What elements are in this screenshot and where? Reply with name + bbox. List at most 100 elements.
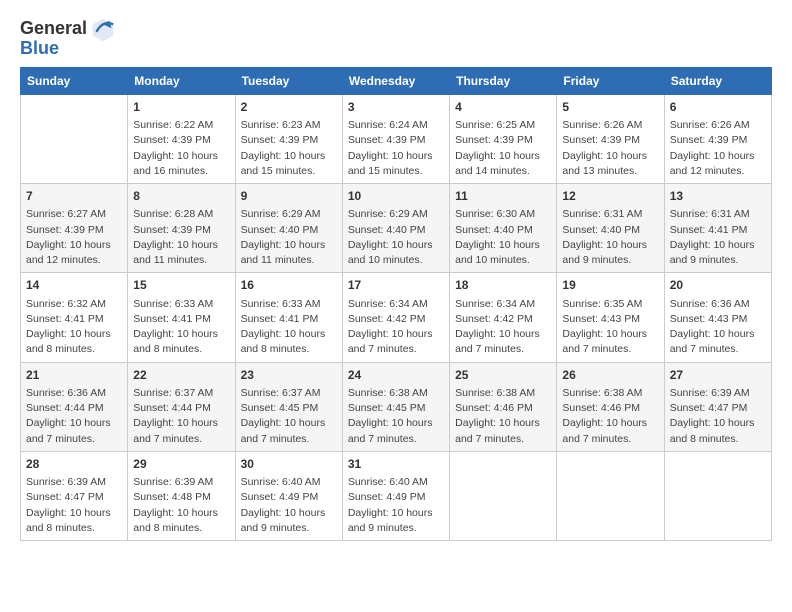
calendar-cell: 12 Sunrise: 6:31 AM Sunset: 4:40 PM Dayli… xyxy=(557,184,664,273)
calendar-week-row: 21 Sunrise: 6:36 AM Sunset: 4:44 PM Dayli… xyxy=(21,362,772,451)
calendar-cell: 20 Sunrise: 6:36 AM Sunset: 4:43 PM Dayli… xyxy=(664,273,771,362)
day-number: 8 xyxy=(133,188,229,205)
day-number: 31 xyxy=(348,456,444,473)
calendar-week-row: 14 Sunrise: 6:32 AM Sunset: 4:41 PM Dayli… xyxy=(21,273,772,362)
day-info: Sunrise: 6:38 AM Sunset: 4:46 PM Dayligh… xyxy=(562,386,658,447)
calendar-cell: 18 Sunrise: 6:34 AM Sunset: 4:42 PM Dayli… xyxy=(450,273,557,362)
day-number: 30 xyxy=(241,456,337,473)
calendar-cell: 31 Sunrise: 6:40 AM Sunset: 4:49 PM Dayli… xyxy=(342,451,449,540)
day-number: 9 xyxy=(241,188,337,205)
col-header-wednesday: Wednesday xyxy=(342,67,449,94)
day-info: Sunrise: 6:26 AM Sunset: 4:39 PM Dayligh… xyxy=(670,118,766,179)
calendar-cell: 16 Sunrise: 6:33 AM Sunset: 4:41 PM Dayli… xyxy=(235,273,342,362)
day-info: Sunrise: 6:40 AM Sunset: 4:49 PM Dayligh… xyxy=(241,475,337,536)
day-number: 22 xyxy=(133,367,229,384)
calendar-cell: 9 Sunrise: 6:29 AM Sunset: 4:40 PM Daylig… xyxy=(235,184,342,273)
day-info: Sunrise: 6:34 AM Sunset: 4:42 PM Dayligh… xyxy=(455,297,551,358)
day-info: Sunrise: 6:25 AM Sunset: 4:39 PM Dayligh… xyxy=(455,118,551,179)
day-info: Sunrise: 6:33 AM Sunset: 4:41 PM Dayligh… xyxy=(241,297,337,358)
day-info: Sunrise: 6:37 AM Sunset: 4:45 PM Dayligh… xyxy=(241,386,337,447)
calendar-cell: 17 Sunrise: 6:34 AM Sunset: 4:42 PM Dayli… xyxy=(342,273,449,362)
col-header-monday: Monday xyxy=(128,67,235,94)
calendar-cell: 4Sunrise: 6:25 AM Sunset: 4:39 PM Daylig… xyxy=(450,94,557,183)
calendar-cell: 14 Sunrise: 6:32 AM Sunset: 4:41 PM Dayli… xyxy=(21,273,128,362)
day-number: 24 xyxy=(348,367,444,384)
logo-text-general: General xyxy=(20,19,87,39)
logo-icon xyxy=(89,15,117,43)
day-number: 25 xyxy=(455,367,551,384)
day-info: Sunrise: 6:27 AM Sunset: 4:39 PM Dayligh… xyxy=(26,207,122,268)
calendar-cell xyxy=(664,451,771,540)
day-info: Sunrise: 6:40 AM Sunset: 4:49 PM Dayligh… xyxy=(348,475,444,536)
calendar-cell: 29 Sunrise: 6:39 AM Sunset: 4:48 PM Dayli… xyxy=(128,451,235,540)
day-number: 7 xyxy=(26,188,122,205)
day-number: 26 xyxy=(562,367,658,384)
calendar-cell xyxy=(557,451,664,540)
day-info: Sunrise: 6:32 AM Sunset: 4:41 PM Dayligh… xyxy=(26,297,122,358)
calendar-cell: 1 Sunrise: 6:22 AM Sunset: 4:39 PM Daylig… xyxy=(128,94,235,183)
calendar-cell xyxy=(21,94,128,183)
day-info: Sunrise: 6:28 AM Sunset: 4:39 PM Dayligh… xyxy=(133,207,229,268)
day-info: Sunrise: 6:29 AM Sunset: 4:40 PM Dayligh… xyxy=(241,207,337,268)
calendar-cell xyxy=(450,451,557,540)
day-info: Sunrise: 6:31 AM Sunset: 4:41 PM Dayligh… xyxy=(670,207,766,268)
calendar-cell: 28 Sunrise: 6:39 AM Sunset: 4:47 PM Dayli… xyxy=(21,451,128,540)
day-info: Sunrise: 6:39 AM Sunset: 4:47 PM Dayligh… xyxy=(670,386,766,447)
calendar-cell: 26 Sunrise: 6:38 AM Sunset: 4:46 PM Dayli… xyxy=(557,362,664,451)
day-number: 27 xyxy=(670,367,766,384)
day-number: 11 xyxy=(455,188,551,205)
day-info: Sunrise: 6:31 AM Sunset: 4:40 PM Dayligh… xyxy=(562,207,658,268)
day-info: Sunrise: 6:36 AM Sunset: 4:43 PM Dayligh… xyxy=(670,297,766,358)
day-info: Sunrise: 6:23 AM Sunset: 4:39 PM Dayligh… xyxy=(241,118,337,179)
day-number: 12 xyxy=(562,188,658,205)
col-header-saturday: Saturday xyxy=(664,67,771,94)
day-number: 14 xyxy=(26,277,122,294)
calendar-cell: 11 Sunrise: 6:30 AM Sunset: 4:40 PM Dayli… xyxy=(450,184,557,273)
col-header-sunday: Sunday xyxy=(21,67,128,94)
calendar-cell: 24 Sunrise: 6:38 AM Sunset: 4:45 PM Dayli… xyxy=(342,362,449,451)
day-number: 10 xyxy=(348,188,444,205)
calendar-cell: 19Sunrise: 6:35 AM Sunset: 4:43 PM Dayli… xyxy=(557,273,664,362)
calendar-cell: 23 Sunrise: 6:37 AM Sunset: 4:45 PM Dayli… xyxy=(235,362,342,451)
calendar-cell: 6Sunrise: 6:26 AM Sunset: 4:39 PM Daylig… xyxy=(664,94,771,183)
col-header-friday: Friday xyxy=(557,67,664,94)
day-info: Sunrise: 6:29 AM Sunset: 4:40 PM Dayligh… xyxy=(348,207,444,268)
calendar-cell: 22 Sunrise: 6:37 AM Sunset: 4:44 PM Dayli… xyxy=(128,362,235,451)
calendar-cell: 8 Sunrise: 6:28 AM Sunset: 4:39 PM Daylig… xyxy=(128,184,235,273)
day-info: Sunrise: 6:39 AM Sunset: 4:47 PM Dayligh… xyxy=(26,475,122,536)
calendar-cell: 5Sunrise: 6:26 AM Sunset: 4:39 PM Daylig… xyxy=(557,94,664,183)
day-info: Sunrise: 6:22 AM Sunset: 4:39 PM Dayligh… xyxy=(133,118,229,179)
day-info: Sunrise: 6:36 AM Sunset: 4:44 PM Dayligh… xyxy=(26,386,122,447)
day-number: 1 xyxy=(133,99,229,116)
day-number: 3 xyxy=(348,99,444,116)
calendar-cell: 21 Sunrise: 6:36 AM Sunset: 4:44 PM Dayli… xyxy=(21,362,128,451)
day-info: Sunrise: 6:30 AM Sunset: 4:40 PM Dayligh… xyxy=(455,207,551,268)
calendar-cell: 7 Sunrise: 6:27 AM Sunset: 4:39 PM Daylig… xyxy=(21,184,128,273)
day-number: 15 xyxy=(133,277,229,294)
day-info: Sunrise: 6:39 AM Sunset: 4:48 PM Dayligh… xyxy=(133,475,229,536)
page: General Blue SundayMondayTuesdayWednesda… xyxy=(0,0,792,612)
day-number: 5 xyxy=(562,99,658,116)
day-number: 29 xyxy=(133,456,229,473)
day-number: 20 xyxy=(670,277,766,294)
day-info: Sunrise: 6:37 AM Sunset: 4:44 PM Dayligh… xyxy=(133,386,229,447)
day-number: 21 xyxy=(26,367,122,384)
day-number: 17 xyxy=(348,277,444,294)
calendar-cell: 3 Sunrise: 6:24 AM Sunset: 4:39 PM Daylig… xyxy=(342,94,449,183)
calendar-cell: 27 Sunrise: 6:39 AM Sunset: 4:47 PM Dayli… xyxy=(664,362,771,451)
col-header-tuesday: Tuesday xyxy=(235,67,342,94)
day-info: Sunrise: 6:24 AM Sunset: 4:39 PM Dayligh… xyxy=(348,118,444,179)
logo-text-blue: Blue xyxy=(20,39,59,59)
calendar-cell: 2Sunrise: 6:23 AM Sunset: 4:39 PM Daylig… xyxy=(235,94,342,183)
day-info: Sunrise: 6:38 AM Sunset: 4:46 PM Dayligh… xyxy=(455,386,551,447)
calendar-cell: 10 Sunrise: 6:29 AM Sunset: 4:40 PM Dayli… xyxy=(342,184,449,273)
day-number: 18 xyxy=(455,277,551,294)
day-number: 28 xyxy=(26,456,122,473)
day-number: 16 xyxy=(241,277,337,294)
day-number: 13 xyxy=(670,188,766,205)
calendar-cell: 25 Sunrise: 6:38 AM Sunset: 4:46 PM Dayli… xyxy=(450,362,557,451)
day-info: Sunrise: 6:38 AM Sunset: 4:45 PM Dayligh… xyxy=(348,386,444,447)
day-info: Sunrise: 6:34 AM Sunset: 4:42 PM Dayligh… xyxy=(348,297,444,358)
day-number: 23 xyxy=(241,367,337,384)
calendar-table: SundayMondayTuesdayWednesdayThursdayFrid… xyxy=(20,67,772,541)
